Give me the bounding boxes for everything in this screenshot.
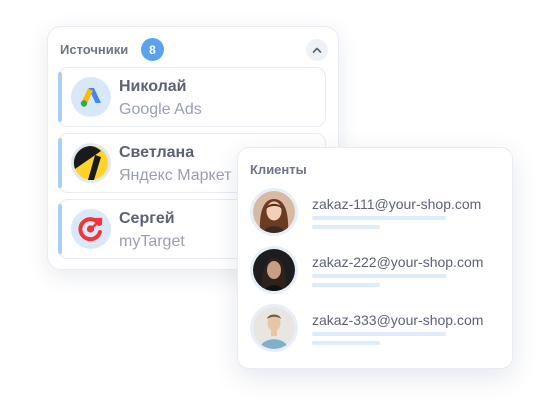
- canvas: Источники 8 Николай Google Ads Светлана …: [0, 0, 548, 400]
- google-ads-icon: [80, 88, 101, 107]
- collapse-button[interactable]: [306, 39, 328, 61]
- placeholder-line: [312, 274, 446, 278]
- placeholder-line: [312, 225, 380, 229]
- client-email: zakaz-222@your-shop.com: [312, 254, 484, 270]
- yandex-market-logo: [71, 143, 111, 183]
- sources-count-badge: 8: [141, 38, 164, 61]
- mytarget-icon: [78, 217, 103, 242]
- client-row[interactable]: zakaz-111@your-shop.com: [250, 188, 500, 240]
- placeholder-line: [312, 341, 380, 345]
- source-item[interactable]: Николай Google Ads: [58, 67, 326, 127]
- chevron-up-icon: [312, 47, 322, 53]
- clients-title: Клиенты: [250, 162, 307, 177]
- clients-panel: Клиенты zakaz-111@your-shop.com zakaz-22…: [237, 147, 513, 369]
- avatar: [250, 246, 298, 294]
- client-row[interactable]: zakaz-222@your-shop.com: [250, 246, 500, 298]
- avatar: [250, 188, 298, 236]
- sources-title: Источники: [60, 42, 129, 57]
- placeholder-line: [312, 332, 446, 336]
- placeholder-line: [312, 283, 380, 287]
- client-row[interactable]: zakaz-333@your-shop.com: [250, 304, 500, 356]
- yandex-market-icon: [73, 145, 108, 180]
- avatar: [250, 304, 298, 352]
- source-name: Светлана: [119, 144, 195, 161]
- source-channel: myTarget: [119, 233, 185, 250]
- source-name: Николай: [119, 78, 187, 95]
- client-email: zakaz-111@your-shop.com: [312, 196, 482, 212]
- google-ads-logo: [71, 77, 111, 117]
- sources-header: Источники 8: [48, 27, 338, 67]
- placeholder-line: [312, 216, 446, 220]
- mytarget-logo: [71, 209, 111, 249]
- client-email: zakaz-333@your-shop.com: [312, 312, 484, 328]
- source-channel: Google Ads: [119, 101, 202, 118]
- source-channel: Яндекс Маркет: [119, 167, 232, 184]
- source-name: Сергей: [119, 210, 175, 227]
